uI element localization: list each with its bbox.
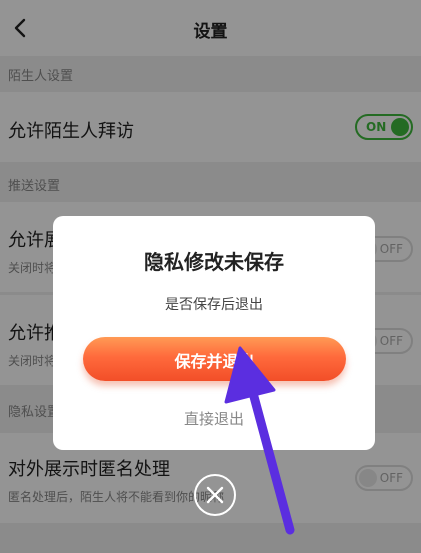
unsaved-changes-dialog: 隐私修改未保存 是否保存后退出 保存并退出 直接退出 [53, 216, 375, 450]
save-and-exit-button[interactable]: 保存并退出 [83, 337, 346, 381]
dialog-message: 是否保存后退出 [165, 297, 263, 313]
exit-without-saving-button[interactable]: 直接退出 [53, 408, 375, 429]
close-icon[interactable] [194, 474, 236, 516]
save-button-label: 保存并退出 [174, 352, 255, 371]
dialog-title: 隐私修改未保存 [144, 250, 284, 274]
